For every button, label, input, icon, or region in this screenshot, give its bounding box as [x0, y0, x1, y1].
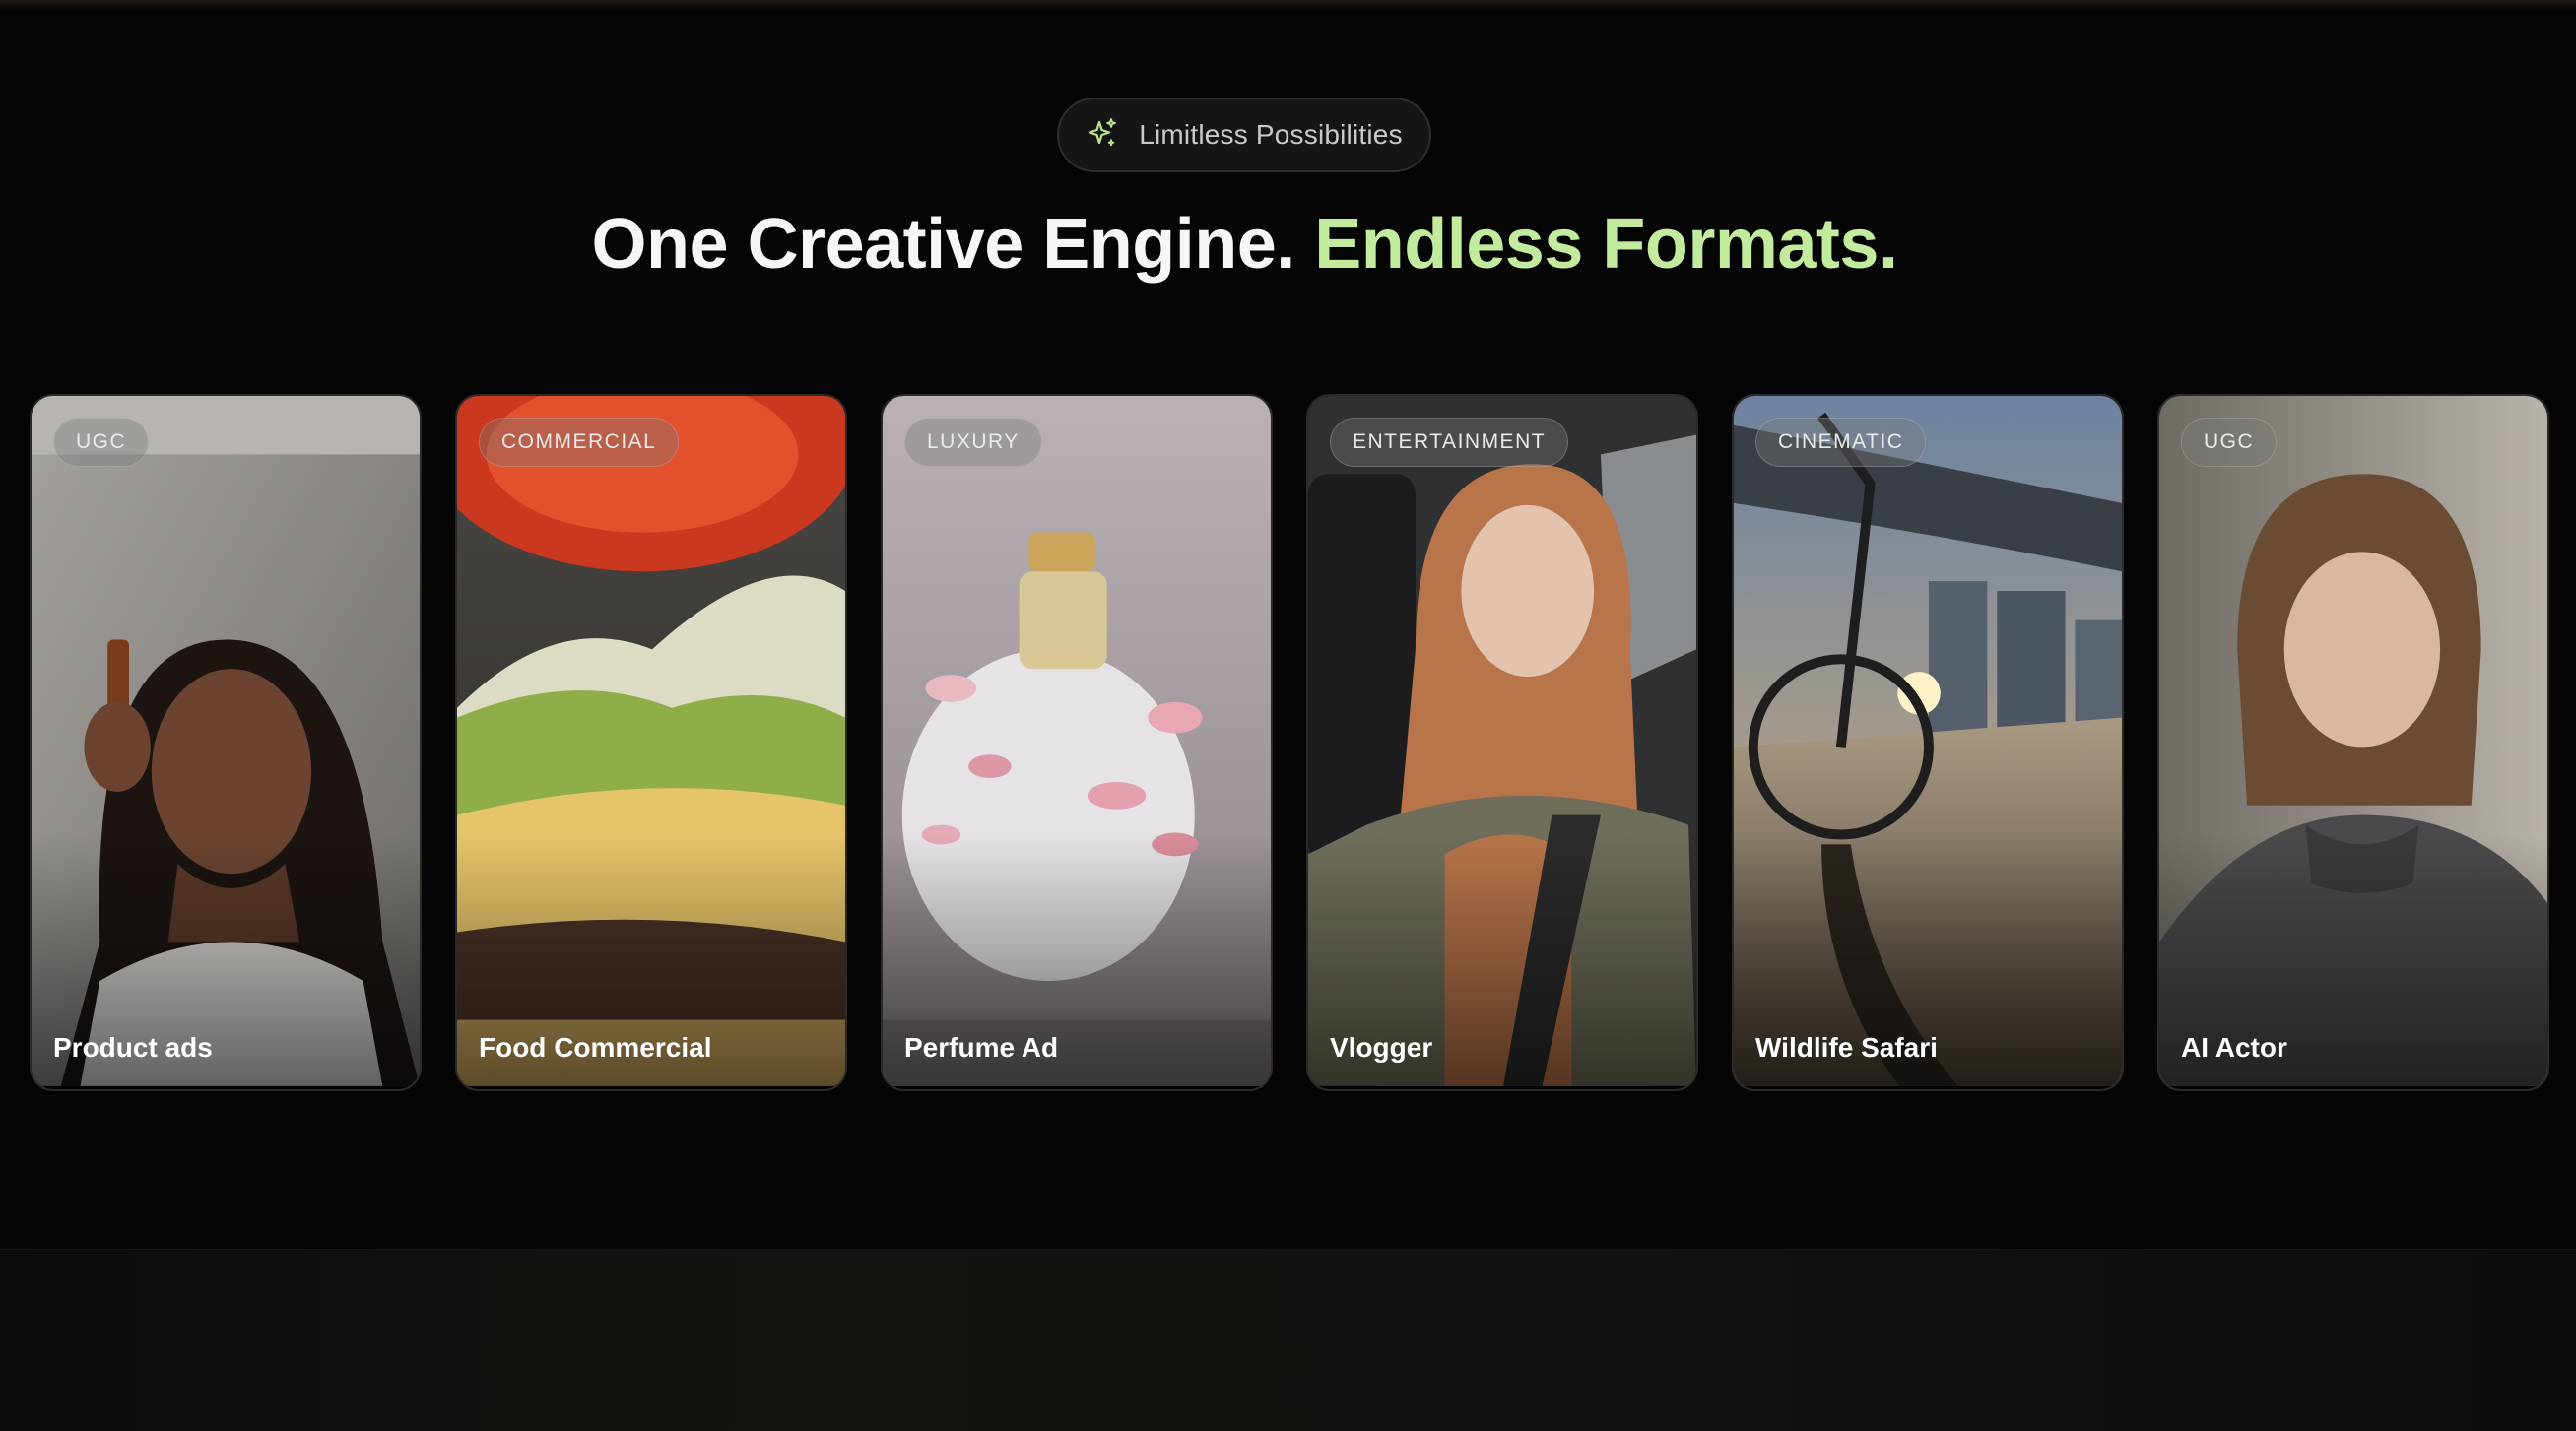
title-part-two: Endless Formats.	[1314, 205, 1898, 284]
card-title: Vlogger	[1330, 1032, 1433, 1063]
top-divider	[0, 0, 2576, 10]
badge-label: Limitless Possibilities	[1139, 119, 1403, 150]
card-wildlife-safari[interactable]: CINEMATIC Wildlife Safari	[1732, 394, 2124, 1091]
title-part-one: One Creative Engine.	[591, 205, 1296, 284]
card-ai-actor[interactable]: UGC AI Actor	[2157, 394, 2549, 1091]
card-tag: LUXURY	[904, 418, 1042, 467]
page-title: One Creative Engine. Endless Formats.	[0, 197, 2489, 292]
card-title: Product ads	[53, 1032, 213, 1063]
card-perfume-ad[interactable]: LUXURY Perfume Ad	[881, 394, 1273, 1091]
card-tag: UGC	[2181, 418, 2278, 467]
card-tag: ENTERTAINMENT	[1330, 418, 1569, 467]
card-title: Food Commercial	[479, 1032, 712, 1063]
card-title: Wildlife Safari	[1755, 1032, 1938, 1063]
format-cards: UGC Product ads COMMERCIAL Food Commerci…	[30, 394, 2576, 1093]
card-vlogger[interactable]: ENTERTAINMENT Vlogger	[1306, 394, 1698, 1091]
card-food-commercial[interactable]: COMMERCIAL Food Commercial	[455, 394, 847, 1091]
bottom-section-band	[0, 1249, 2576, 1431]
card-title: Perfume Ad	[904, 1032, 1059, 1063]
card-product-ads[interactable]: UGC Product ads	[30, 394, 422, 1091]
card-tag: COMMERCIAL	[479, 418, 680, 467]
sparkle-icon	[1086, 116, 1119, 155]
card-tag: CINEMATIC	[1755, 418, 1927, 467]
limitless-possibilities-badge: Limitless Possibilities	[1057, 98, 1431, 172]
card-title: AI Actor	[2181, 1032, 2287, 1063]
page: Limitless Possibilities One Creative Eng…	[0, 0, 2576, 1431]
card-tag: UGC	[53, 418, 150, 467]
